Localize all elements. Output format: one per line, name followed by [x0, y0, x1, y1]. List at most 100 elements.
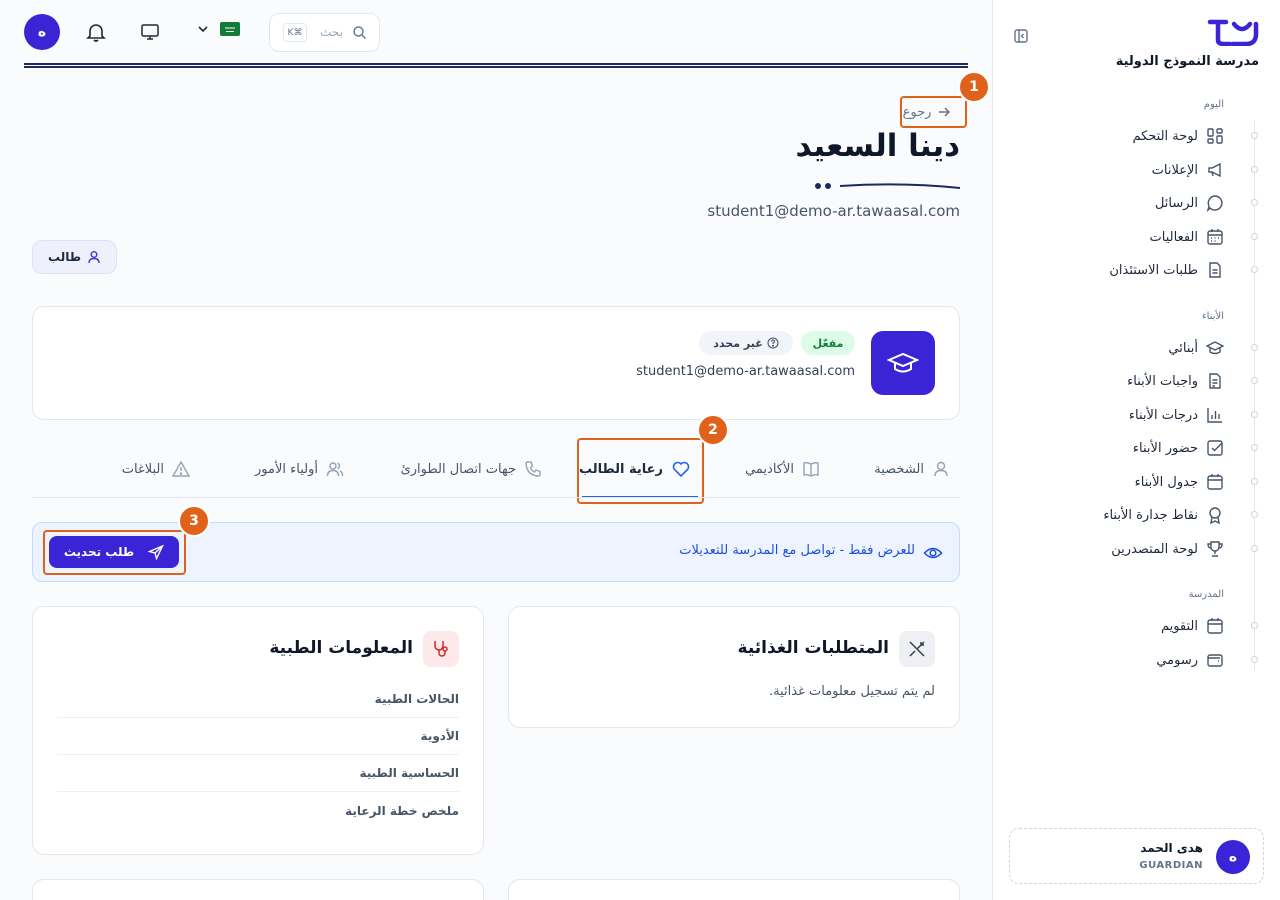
homework-doc-icon — [1206, 372, 1224, 390]
stethoscope-icon — [423, 631, 459, 667]
tab-label: البلاغات — [121, 461, 164, 477]
header-divider — [24, 63, 968, 68]
unknown-badge: غير محدد — [699, 331, 793, 355]
user-profile-card[interactable]: ه هدى الحمد GUARDIAN — [1009, 828, 1264, 884]
chevron-down-icon — [198, 26, 208, 33]
utensils-icon — [899, 631, 935, 667]
list-item: الحالات الطبية — [57, 681, 459, 718]
tab-label: جهات اتصال الطوارئ — [400, 461, 516, 477]
sidebar-item-grades[interactable]: درجات الأبناء — [1129, 401, 1224, 429]
sidebar-item-merit-points[interactable]: نقاط جدارة الأبناء — [1103, 501, 1224, 529]
sidebar-item-events[interactable]: الفعاليات — [1150, 223, 1224, 251]
graduation-cap-icon — [871, 331, 935, 395]
search-input[interactable]: بحث K⌘ — [269, 13, 380, 52]
schedule-calendar-icon — [1206, 473, 1224, 491]
unknown-label: غير محدد — [713, 336, 763, 350]
student-profile-card: مفعّل غير محدد student1@demo-ar.tawaasal… — [32, 306, 960, 420]
dietary-empty-text: لم يتم تسجيل معلومات غذائية. — [768, 684, 935, 699]
sidebar-item-attendance[interactable]: حضور الأبناء — [1133, 434, 1224, 462]
list-item: الأدوية — [57, 718, 459, 755]
shortcut-hint: K⌘ — [283, 23, 307, 42]
sidebar-item-messages[interactable]: الرسائل — [1155, 189, 1224, 217]
tab-label: أولياء الأمور — [255, 461, 318, 477]
annotation-highlight-1 — [900, 96, 967, 128]
tab-guardians[interactable]: أولياء الأمور — [255, 452, 344, 486]
sidebar-item-label: الرسائل — [1154, 195, 1198, 211]
sidebar-item-label: طلبات الاستئذان — [1109, 262, 1198, 278]
school-name: مدرسة النموذج الدولية — [1115, 54, 1259, 69]
sidebar-item-label: رسومي — [1156, 652, 1198, 668]
sidebar-item-homework[interactable]: واجبات الأبناء — [1127, 367, 1224, 395]
bell-icon[interactable] — [85, 21, 107, 43]
sidebar-item-label: حضور الأبناء — [1132, 440, 1198, 456]
tabs-divider — [32, 497, 960, 498]
sidebar-item-leave-requests[interactable]: طلبات الاستئذان — [1109, 256, 1224, 284]
sidebar-item-label: نقاط جدارة الأبناء — [1103, 507, 1198, 523]
list-item: ملخص خطة الرعاية — [345, 803, 459, 818]
section-label-school: المدرسة — [1188, 589, 1224, 600]
sidebar-item-fees[interactable]: رسومي — [1156, 646, 1224, 674]
users-icon — [326, 462, 344, 477]
sidebar-item-label: التقويم — [1160, 618, 1198, 634]
search-icon — [353, 26, 366, 39]
eye-icon — [923, 547, 943, 559]
language-selector[interactable] — [196, 22, 240, 36]
annotation-badge-3: 3 — [178, 505, 210, 537]
tab-reports[interactable]: البلاغات — [122, 452, 190, 486]
annotation-badge-1: 1 — [958, 71, 990, 103]
banner-text: للعرض فقط - تواصل مع المدرسة للتعديلات — [679, 543, 915, 558]
lower-card-left — [32, 879, 484, 900]
trophy-icon — [1206, 540, 1224, 558]
alert-triangle-icon — [172, 460, 190, 477]
status-badge: مفعّل — [801, 331, 855, 355]
sidebar-item-leaderboard[interactable]: لوحة المتصدرين — [1111, 535, 1224, 563]
avatar[interactable]: ه — [24, 14, 60, 50]
checkbox-icon — [1206, 439, 1224, 457]
phone-icon — [525, 461, 541, 477]
document-icon — [1206, 261, 1224, 279]
card-email: student1@demo-ar.tawaasal.com — [636, 364, 855, 379]
annotation-badge-2: 2 — [697, 414, 729, 446]
dashboard-icon — [1206, 127, 1224, 145]
sidebar-item-label: لوحة التحكم — [1132, 128, 1198, 144]
calendar-icon — [1206, 617, 1224, 635]
graduation-cap-icon — [1206, 339, 1224, 357]
title-decoration — [814, 180, 962, 192]
collapse-sidebar-icon[interactable] — [1013, 28, 1029, 44]
tab-emergency-contacts[interactable]: جهات اتصال الطوارئ — [401, 452, 542, 486]
sidebar-item-my-children[interactable]: أبنائي — [1168, 334, 1224, 362]
search-placeholder: بحث — [320, 25, 343, 39]
sidebar-item-label: لوحة المتصدرين — [1111, 541, 1198, 557]
monitor-icon[interactable] — [140, 22, 160, 42]
dietary-requirements-card: المتطلبات الغذائية لم يتم تسجيل معلومات … — [508, 606, 960, 728]
saudi-flag-icon — [220, 22, 240, 36]
avatar: ه — [1216, 840, 1250, 874]
section-label-today: اليوم — [1203, 99, 1224, 110]
user-icon — [934, 461, 948, 477]
sidebar-item-calendar[interactable]: التقويم — [1161, 612, 1224, 640]
sidebar-item-label: الإعلانات — [1151, 162, 1198, 178]
list-item: الحساسية الطبية — [57, 755, 459, 792]
dietary-title: المتطلبات الغذائية — [737, 638, 889, 658]
school-logo[interactable] — [1206, 16, 1260, 46]
user-role: GUARDIAN — [1139, 860, 1203, 871]
sidebar-item-label: أبنائي — [1168, 340, 1198, 356]
medical-title: المعلومات الطبية — [269, 638, 413, 658]
sidebar-item-dashboard[interactable]: لوحة التحكم — [1132, 122, 1224, 150]
tab-academic[interactable]: الأكاديمي — [745, 452, 820, 486]
tab-label: الشخصية — [874, 461, 924, 477]
wallet-icon — [1206, 651, 1224, 669]
megaphone-icon — [1206, 161, 1224, 179]
award-ribbon-icon — [1206, 506, 1224, 524]
bar-chart-icon — [1206, 406, 1224, 424]
tab-personal[interactable]: الشخصية — [874, 452, 950, 486]
user-name: هدى الحمد — [1140, 841, 1203, 855]
chat-bubble-icon — [1206, 194, 1224, 212]
role-label: طالب — [47, 250, 82, 264]
calendar-icon — [1206, 228, 1224, 246]
sidebar-item-schedule[interactable]: جدول الأبناء — [1135, 468, 1224, 496]
section-label-children: الأبناء — [1201, 311, 1224, 322]
sidebar-item-announcements[interactable]: الإعلانات — [1152, 156, 1224, 184]
sidebar-item-label: جدول الأبناء — [1134, 474, 1198, 490]
student-email: student1@demo-ar.tawaasal.com — [707, 202, 960, 220]
